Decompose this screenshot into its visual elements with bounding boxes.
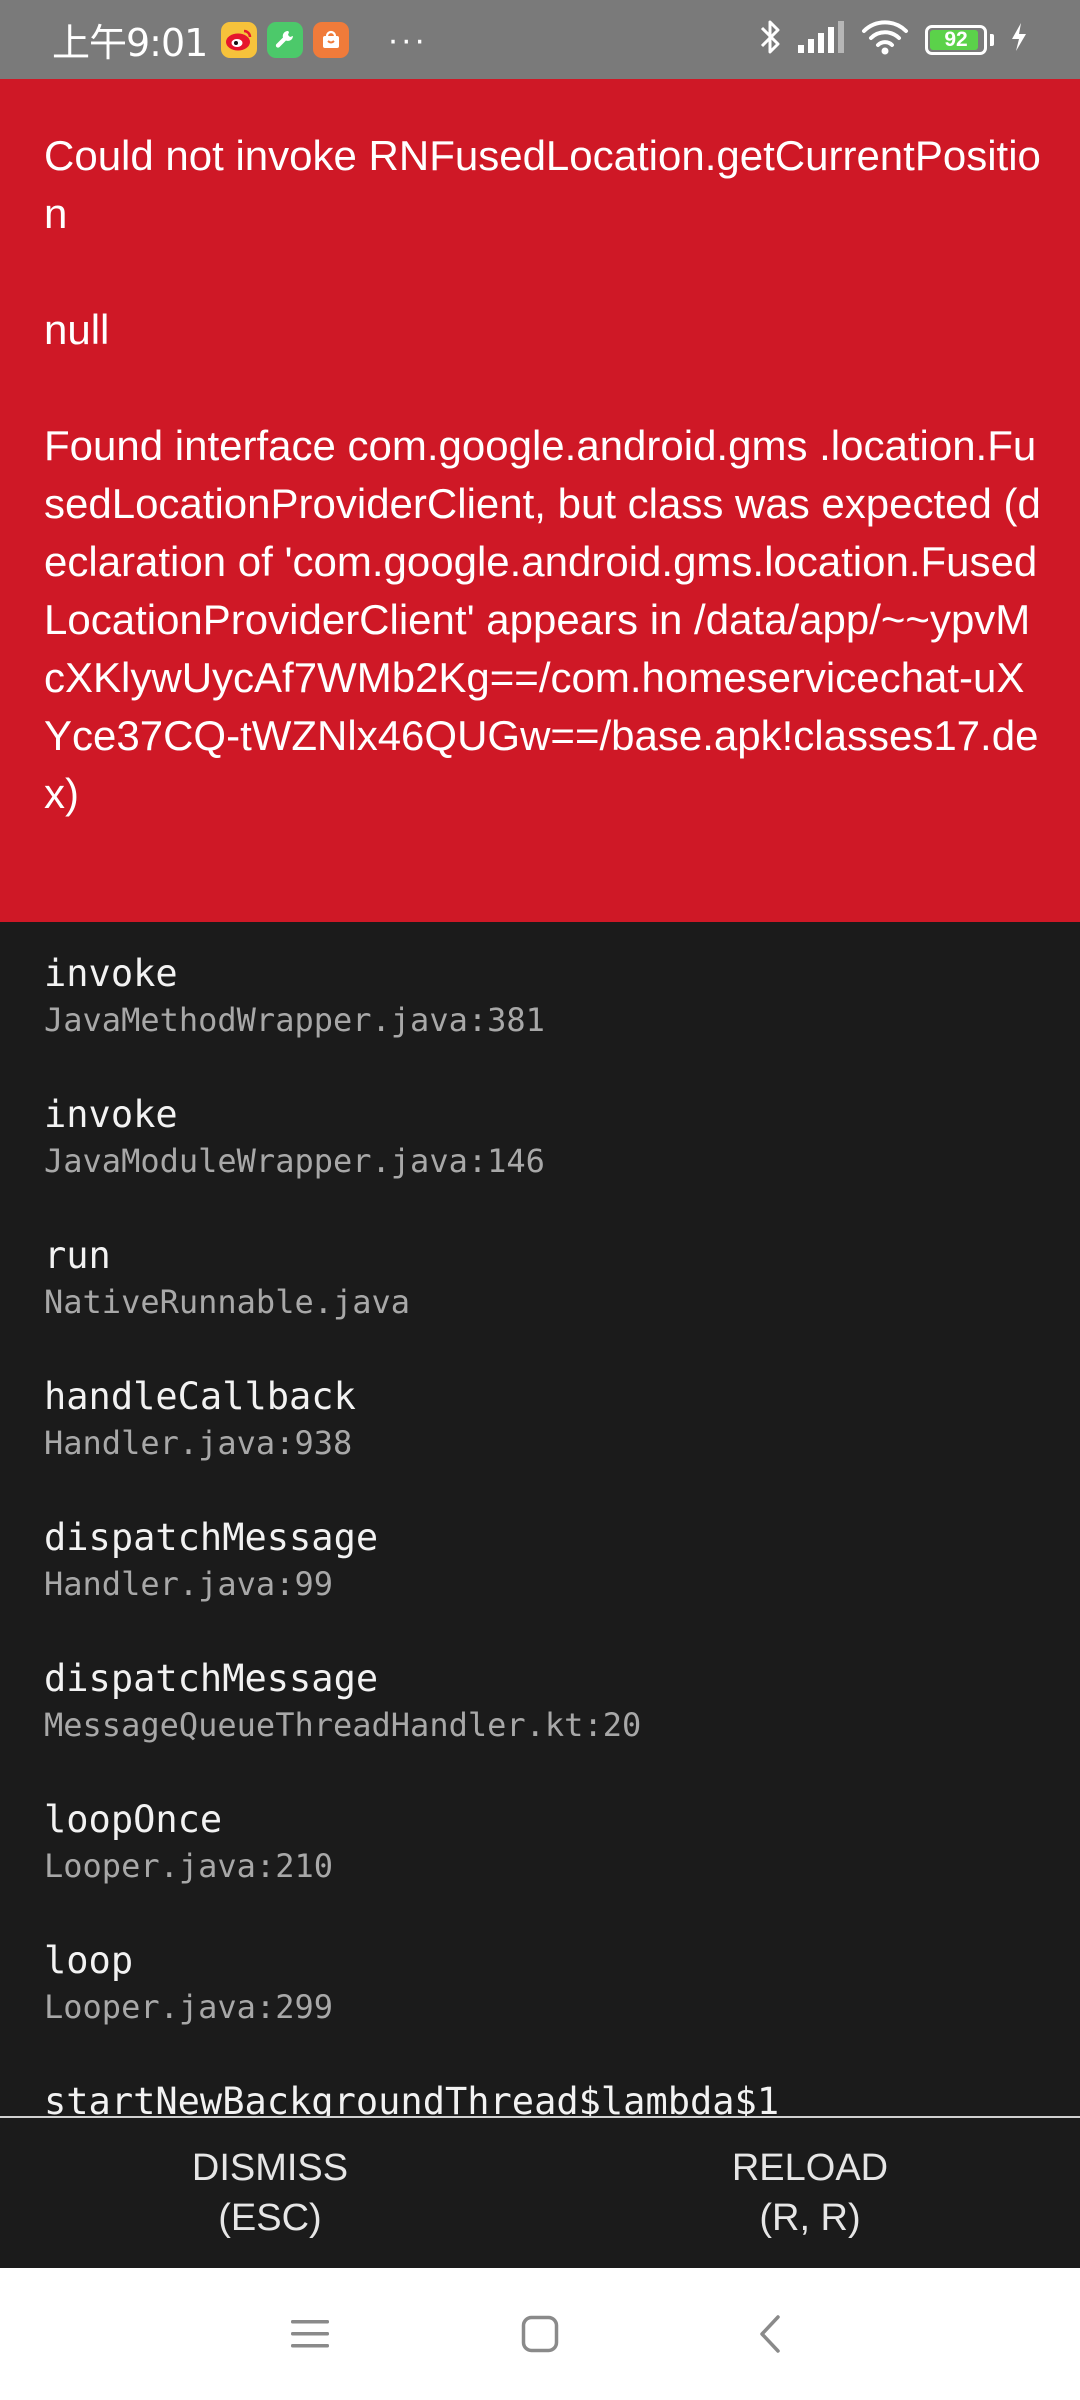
frame-method: handleCallback bbox=[44, 1375, 356, 1418]
charging-icon bbox=[1010, 22, 1028, 57]
frame-method: loop bbox=[44, 1939, 134, 1982]
frame-method: dispatchMessage bbox=[44, 1657, 379, 1700]
store-app-icon bbox=[313, 21, 350, 58]
back-icon[interactable] bbox=[740, 2304, 800, 2364]
wifi-icon bbox=[861, 19, 909, 60]
more-notifications-indicator: ··· bbox=[387, 20, 428, 59]
battery-icon: 92 bbox=[925, 24, 987, 55]
stack-frame[interactable]: startNewBackgroundThread$lambda$1 bbox=[44, 2078, 1080, 2116]
reload-label: RELOAD bbox=[731, 2147, 889, 2189]
battery-tip bbox=[990, 33, 994, 46]
frame-method: invoke bbox=[44, 952, 178, 995]
stack-frame[interactable]: dispatchMessage MessageQueueThreadHandle… bbox=[44, 1655, 1080, 1796]
stack-frame[interactable]: handleCallback Handler.java:938 bbox=[44, 1373, 1080, 1514]
stack-frame[interactable]: invoke JavaModuleWrapper.java:146 bbox=[44, 1091, 1080, 1232]
error-title: Could not invoke RNFusedLocation.getCurr… bbox=[44, 132, 1041, 237]
stack-trace[interactable]: invoke JavaMethodWrapper.java:381 invoke… bbox=[0, 922, 1080, 2116]
frame-file: JavaModuleWrapper.java:146 bbox=[44, 1142, 545, 1180]
weibo-icon bbox=[221, 21, 258, 58]
stack-frame[interactable]: run NativeRunnable.java bbox=[44, 1232, 1080, 1373]
frame-method: startNewBackgroundThread$lambda$1 bbox=[44, 2080, 780, 2116]
frame-file: JavaMethodWrapper.java:381 bbox=[44, 1001, 545, 1039]
error-message: Found interface com.google.android.gms .… bbox=[44, 422, 1041, 817]
home-icon[interactable] bbox=[510, 2304, 570, 2364]
redbox-footer: DISMISS (ESC) RELOAD (R, R) bbox=[0, 2116, 1080, 2268]
frame-file: Looper.java:299 bbox=[44, 1988, 333, 2026]
frame-method: loopOnce bbox=[44, 1798, 223, 1841]
battery-level: 92 bbox=[944, 28, 968, 51]
frame-file: Handler.java:99 bbox=[44, 1565, 333, 1603]
status-time: 上午9:01 bbox=[52, 21, 208, 65]
frame-method: run bbox=[44, 1234, 111, 1277]
menu-icon[interactable] bbox=[280, 2304, 340, 2364]
status-right: 92 bbox=[759, 0, 1028, 79]
dismiss-shortcut: (ESC) bbox=[218, 2197, 322, 2239]
reload-button[interactable]: RELOAD (R, R) bbox=[540, 2118, 1080, 2268]
status-left: 上午9:01 ··· bbox=[52, 0, 427, 79]
stack-frame[interactable]: invoke JavaMethodWrapper.java:381 bbox=[44, 950, 1080, 1091]
navigation-bar bbox=[0, 2268, 1080, 2400]
stack-frame[interactable]: loopOnce Looper.java:210 bbox=[44, 1796, 1080, 1937]
bluetooth-icon bbox=[759, 18, 781, 61]
frame-file: NativeRunnable.java bbox=[44, 1283, 411, 1321]
error-header: Could not invoke RNFusedLocation.getCurr… bbox=[0, 79, 1080, 922]
frame-file: Handler.java:938 bbox=[44, 1424, 353, 1462]
frame-file: Looper.java:210 bbox=[44, 1847, 333, 1885]
tool-app-icon bbox=[267, 21, 304, 58]
frame-method: invoke bbox=[44, 1093, 178, 1136]
error-detail: null bbox=[44, 306, 110, 353]
dismiss-button[interactable]: DISMISS (ESC) bbox=[0, 2118, 540, 2268]
stack-frame[interactable]: dispatchMessage Handler.java:99 bbox=[44, 1514, 1080, 1655]
stack-frame[interactable]: loop Looper.java:299 bbox=[44, 1937, 1080, 2078]
frame-method: dispatchMessage bbox=[44, 1516, 379, 1559]
dismiss-label: DISMISS bbox=[191, 2147, 349, 2189]
stack-frame-list: invoke JavaMethodWrapper.java:381 invoke… bbox=[0, 922, 1080, 2116]
reload-shortcut: (R, R) bbox=[759, 2197, 861, 2239]
frame-file: MessageQueueThreadHandler.kt:20 bbox=[44, 1706, 642, 1744]
signal-icon bbox=[797, 21, 845, 58]
status-bar: 上午9:01 ··· 92 bbox=[0, 0, 1080, 79]
